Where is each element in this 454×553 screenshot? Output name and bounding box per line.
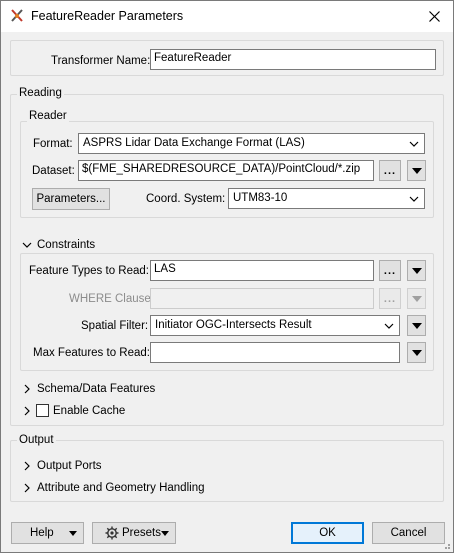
transformer-name-label: Transformer Name: xyxy=(51,55,151,67)
constraints-expand-icon[interactable] xyxy=(21,239,33,251)
enable-cache-checkbox[interactable] xyxy=(36,404,49,417)
triangle-down-icon xyxy=(411,322,422,329)
schema-data-features-label[interactable]: Schema/Data Features xyxy=(37,383,155,395)
where-clause-field xyxy=(150,288,374,309)
spatial-filter-label: Spatial Filter: xyxy=(81,320,149,332)
coord-system-label: Coord. System: xyxy=(146,193,226,205)
parameters-button[interactable]: Parameters... xyxy=(32,188,110,210)
max-features-menu-button[interactable] xyxy=(407,342,426,363)
spatial-filter-value: Initiator OGC-Intersects Result xyxy=(155,319,312,331)
where-clause-label: WHERE Clause: xyxy=(69,293,154,305)
attr-geometry-label[interactable]: Attribute and Geometry Handling xyxy=(37,482,204,494)
feature-types-label: Feature Types to Read: xyxy=(29,265,149,277)
close-icon xyxy=(428,10,440,22)
feature-types-menu-button[interactable] xyxy=(407,260,426,281)
ok-button[interactable]: OK xyxy=(291,522,364,544)
output-ports-expand-icon[interactable] xyxy=(21,460,33,472)
presets-button[interactable]: Presets xyxy=(92,522,176,544)
chevron-down-icon xyxy=(409,196,419,202)
ellipsis-icon: ... xyxy=(383,264,397,277)
format-select[interactable]: ASPRS Lidar Data Exchange Format (LAS) xyxy=(78,133,425,154)
chevron-down-icon xyxy=(409,141,419,147)
attr-geometry-expand-icon[interactable] xyxy=(21,482,33,494)
spatial-filter-menu-button[interactable] xyxy=(407,315,426,336)
triangle-down-icon xyxy=(411,349,422,356)
output-title: Output xyxy=(17,434,56,446)
chevron-down-icon xyxy=(384,323,394,329)
max-features-field[interactable] xyxy=(150,342,400,363)
feature-types-field[interactable]: LAS xyxy=(150,260,374,281)
max-features-label: Max Features to Read: xyxy=(33,347,150,359)
resize-grip-icon[interactable] xyxy=(441,540,451,550)
feature-types-browse-button[interactable]: ... xyxy=(379,260,401,281)
dataset-menu-button[interactable] xyxy=(407,160,426,181)
triangle-down-icon xyxy=(411,267,422,274)
spatial-filter-select[interactable]: Initiator OGC-Intersects Result xyxy=(150,315,400,336)
dialog-window: FeatureReader Parameters Transformer Nam… xyxy=(0,0,454,553)
ellipsis-icon: ... xyxy=(383,164,397,177)
dataset-field[interactable]: $(FME_SHAREDRESOURCE_DATA)/PointCloud/*.… xyxy=(78,160,374,181)
gear-icon xyxy=(105,526,119,540)
format-label: Format: xyxy=(33,138,73,150)
ellipsis-icon: ... xyxy=(383,292,397,305)
close-button[interactable] xyxy=(421,5,447,27)
where-clause-browse-button: ... xyxy=(379,288,401,309)
schema-expand-icon[interactable] xyxy=(21,383,33,395)
title-bar: FeatureReader Parameters xyxy=(1,1,453,32)
help-label: Help xyxy=(30,527,54,539)
format-value: ASPRS Lidar Data Exchange Format (LAS) xyxy=(83,137,305,149)
enable-cache-label[interactable]: Enable Cache xyxy=(53,405,125,417)
coord-system-value: UTM83-10 xyxy=(233,192,288,204)
triangle-down-icon xyxy=(411,295,422,302)
output-ports-label[interactable]: Output Ports xyxy=(37,460,102,472)
constraints-title[interactable]: Constraints xyxy=(37,239,95,251)
help-button[interactable]: Help xyxy=(11,522,84,544)
coord-system-select[interactable]: UTM83-10 xyxy=(228,188,425,209)
transformer-name-field[interactable]: FeatureReader xyxy=(150,49,436,70)
triangle-down-icon xyxy=(161,531,169,536)
dataset-browse-button[interactable]: ... xyxy=(379,160,401,181)
dataset-label: Dataset: xyxy=(32,165,75,177)
cancel-button[interactable]: Cancel xyxy=(372,522,445,544)
presets-label: Presets xyxy=(122,527,161,539)
where-clause-menu-button xyxy=(407,288,426,309)
triangle-down-icon xyxy=(69,531,77,536)
reading-title: Reading xyxy=(17,87,64,99)
window-title: FeatureReader Parameters xyxy=(31,9,184,23)
transformer-icon xyxy=(11,9,23,22)
enable-cache-expand-icon[interactable] xyxy=(21,405,33,417)
reader-title: Reader xyxy=(27,110,69,122)
triangle-down-icon xyxy=(411,167,422,174)
